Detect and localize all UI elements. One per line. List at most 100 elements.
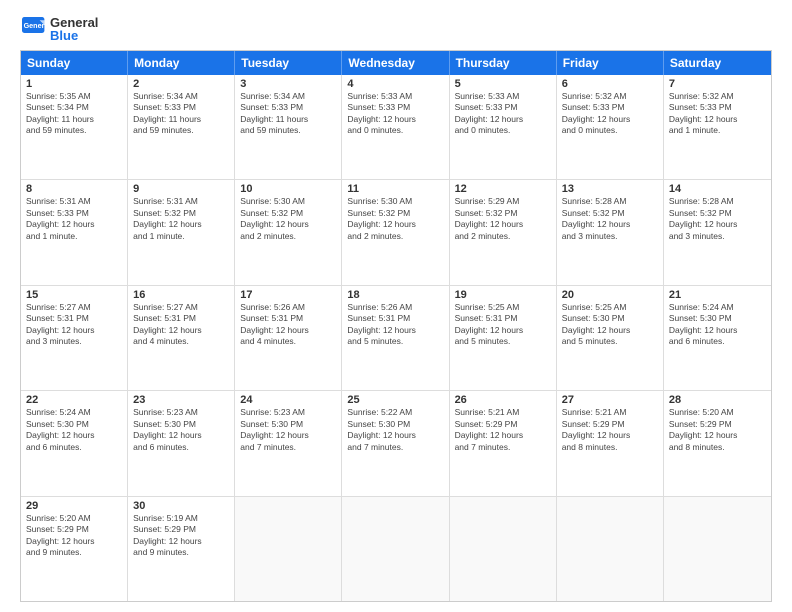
day-info: Sunrise: 5:21 AM Sunset: 5:29 PM Dayligh… [562, 407, 658, 453]
empty-cell-4-3 [342, 497, 449, 601]
day-number: 20 [562, 289, 658, 301]
day-cell-12: 12Sunrise: 5:29 AM Sunset: 5:32 PM Dayli… [450, 180, 557, 284]
day-number: 17 [240, 289, 336, 301]
day-cell-28: 28Sunrise: 5:20 AM Sunset: 5:29 PM Dayli… [664, 391, 771, 495]
day-info: Sunrise: 5:31 AM Sunset: 5:33 PM Dayligh… [26, 196, 122, 242]
empty-cell-4-2 [235, 497, 342, 601]
empty-cell-4-5 [557, 497, 664, 601]
header-cell-tuesday: Tuesday [235, 51, 342, 75]
day-number: 9 [133, 183, 229, 195]
day-number: 3 [240, 78, 336, 90]
day-cell-27: 27Sunrise: 5:21 AM Sunset: 5:29 PM Dayli… [557, 391, 664, 495]
day-info: Sunrise: 5:26 AM Sunset: 5:31 PM Dayligh… [240, 302, 336, 348]
day-number: 13 [562, 183, 658, 195]
day-cell-4: 4Sunrise: 5:33 AM Sunset: 5:33 PM Daylig… [342, 75, 449, 179]
day-cell-9: 9Sunrise: 5:31 AM Sunset: 5:32 PM Daylig… [128, 180, 235, 284]
day-cell-19: 19Sunrise: 5:25 AM Sunset: 5:31 PM Dayli… [450, 286, 557, 390]
day-cell-6: 6Sunrise: 5:32 AM Sunset: 5:33 PM Daylig… [557, 75, 664, 179]
day-number: 8 [26, 183, 122, 195]
day-cell-17: 17Sunrise: 5:26 AM Sunset: 5:31 PM Dayli… [235, 286, 342, 390]
day-cell-11: 11Sunrise: 5:30 AM Sunset: 5:32 PM Dayli… [342, 180, 449, 284]
header-cell-wednesday: Wednesday [342, 51, 449, 75]
day-info: Sunrise: 5:30 AM Sunset: 5:32 PM Dayligh… [240, 196, 336, 242]
day-number: 4 [347, 78, 443, 90]
day-info: Sunrise: 5:21 AM Sunset: 5:29 PM Dayligh… [455, 407, 551, 453]
day-number: 19 [455, 289, 551, 301]
calendar-row-4: 22Sunrise: 5:24 AM Sunset: 5:30 PM Dayli… [21, 390, 771, 495]
day-cell-24: 24Sunrise: 5:23 AM Sunset: 5:30 PM Dayli… [235, 391, 342, 495]
day-info: Sunrise: 5:20 AM Sunset: 5:29 PM Dayligh… [26, 513, 122, 559]
calendar-row-5: 29Sunrise: 5:20 AM Sunset: 5:29 PM Dayli… [21, 496, 771, 601]
day-info: Sunrise: 5:33 AM Sunset: 5:33 PM Dayligh… [347, 91, 443, 137]
day-info: Sunrise: 5:32 AM Sunset: 5:33 PM Dayligh… [562, 91, 658, 137]
day-info: Sunrise: 5:34 AM Sunset: 5:33 PM Dayligh… [133, 91, 229, 137]
day-cell-3: 3Sunrise: 5:34 AM Sunset: 5:33 PM Daylig… [235, 75, 342, 179]
day-info: Sunrise: 5:28 AM Sunset: 5:32 PM Dayligh… [562, 196, 658, 242]
day-number: 23 [133, 394, 229, 406]
day-info: Sunrise: 5:33 AM Sunset: 5:33 PM Dayligh… [455, 91, 551, 137]
day-info: Sunrise: 5:35 AM Sunset: 5:34 PM Dayligh… [26, 91, 122, 137]
day-info: Sunrise: 5:30 AM Sunset: 5:32 PM Dayligh… [347, 196, 443, 242]
day-number: 27 [562, 394, 658, 406]
logo: General General Blue [20, 16, 98, 42]
header-cell-friday: Friday [557, 51, 664, 75]
day-info: Sunrise: 5:19 AM Sunset: 5:29 PM Dayligh… [133, 513, 229, 559]
day-number: 15 [26, 289, 122, 301]
header-cell-sunday: Sunday [21, 51, 128, 75]
day-cell-15: 15Sunrise: 5:27 AM Sunset: 5:31 PM Dayli… [21, 286, 128, 390]
day-cell-30: 30Sunrise: 5:19 AM Sunset: 5:29 PM Dayli… [128, 497, 235, 601]
day-info: Sunrise: 5:28 AM Sunset: 5:32 PM Dayligh… [669, 196, 766, 242]
day-number: 11 [347, 183, 443, 195]
day-info: Sunrise: 5:26 AM Sunset: 5:31 PM Dayligh… [347, 302, 443, 348]
day-number: 18 [347, 289, 443, 301]
day-number: 28 [669, 394, 766, 406]
calendar-body: 1Sunrise: 5:35 AM Sunset: 5:34 PM Daylig… [21, 75, 771, 601]
day-cell-10: 10Sunrise: 5:30 AM Sunset: 5:32 PM Dayli… [235, 180, 342, 284]
calendar-row-1: 1Sunrise: 5:35 AM Sunset: 5:34 PM Daylig… [21, 75, 771, 179]
header-cell-monday: Monday [128, 51, 235, 75]
empty-cell-4-6 [664, 497, 771, 601]
day-cell-21: 21Sunrise: 5:24 AM Sunset: 5:30 PM Dayli… [664, 286, 771, 390]
day-number: 21 [669, 289, 766, 301]
day-number: 26 [455, 394, 551, 406]
day-info: Sunrise: 5:23 AM Sunset: 5:30 PM Dayligh… [133, 407, 229, 453]
header-cell-thursday: Thursday [450, 51, 557, 75]
day-number: 30 [133, 500, 229, 512]
day-cell-5: 5Sunrise: 5:33 AM Sunset: 5:33 PM Daylig… [450, 75, 557, 179]
day-info: Sunrise: 5:24 AM Sunset: 5:30 PM Dayligh… [26, 407, 122, 453]
calendar-row-2: 8Sunrise: 5:31 AM Sunset: 5:33 PM Daylig… [21, 179, 771, 284]
day-number: 16 [133, 289, 229, 301]
logo-icon: General [22, 17, 46, 41]
day-info: Sunrise: 5:23 AM Sunset: 5:30 PM Dayligh… [240, 407, 336, 453]
day-info: Sunrise: 5:27 AM Sunset: 5:31 PM Dayligh… [26, 302, 122, 348]
logo-blue-text: Blue [50, 29, 98, 42]
day-cell-7: 7Sunrise: 5:32 AM Sunset: 5:33 PM Daylig… [664, 75, 771, 179]
day-info: Sunrise: 5:25 AM Sunset: 5:30 PM Dayligh… [562, 302, 658, 348]
calendar-page: General General Blue SundayMondayTuesday… [0, 0, 792, 612]
day-info: Sunrise: 5:29 AM Sunset: 5:32 PM Dayligh… [455, 196, 551, 242]
day-cell-2: 2Sunrise: 5:34 AM Sunset: 5:33 PM Daylig… [128, 75, 235, 179]
day-cell-29: 29Sunrise: 5:20 AM Sunset: 5:29 PM Dayli… [21, 497, 128, 601]
header: General General Blue [20, 16, 772, 42]
day-number: 2 [133, 78, 229, 90]
day-number: 29 [26, 500, 122, 512]
day-info: Sunrise: 5:25 AM Sunset: 5:31 PM Dayligh… [455, 302, 551, 348]
calendar-row-3: 15Sunrise: 5:27 AM Sunset: 5:31 PM Dayli… [21, 285, 771, 390]
calendar-header-row: SundayMondayTuesdayWednesdayThursdayFrid… [21, 51, 771, 75]
day-number: 6 [562, 78, 658, 90]
day-number: 25 [347, 394, 443, 406]
day-number: 22 [26, 394, 122, 406]
day-cell-26: 26Sunrise: 5:21 AM Sunset: 5:29 PM Dayli… [450, 391, 557, 495]
day-cell-20: 20Sunrise: 5:25 AM Sunset: 5:30 PM Dayli… [557, 286, 664, 390]
day-cell-22: 22Sunrise: 5:24 AM Sunset: 5:30 PM Dayli… [21, 391, 128, 495]
day-number: 10 [240, 183, 336, 195]
day-info: Sunrise: 5:34 AM Sunset: 5:33 PM Dayligh… [240, 91, 336, 137]
header-cell-saturday: Saturday [664, 51, 771, 75]
day-info: Sunrise: 5:32 AM Sunset: 5:33 PM Dayligh… [669, 91, 766, 137]
day-cell-13: 13Sunrise: 5:28 AM Sunset: 5:32 PM Dayli… [557, 180, 664, 284]
day-cell-18: 18Sunrise: 5:26 AM Sunset: 5:31 PM Dayli… [342, 286, 449, 390]
svg-text:General: General [24, 21, 46, 30]
day-number: 24 [240, 394, 336, 406]
day-cell-1: 1Sunrise: 5:35 AM Sunset: 5:34 PM Daylig… [21, 75, 128, 179]
day-info: Sunrise: 5:22 AM Sunset: 5:30 PM Dayligh… [347, 407, 443, 453]
